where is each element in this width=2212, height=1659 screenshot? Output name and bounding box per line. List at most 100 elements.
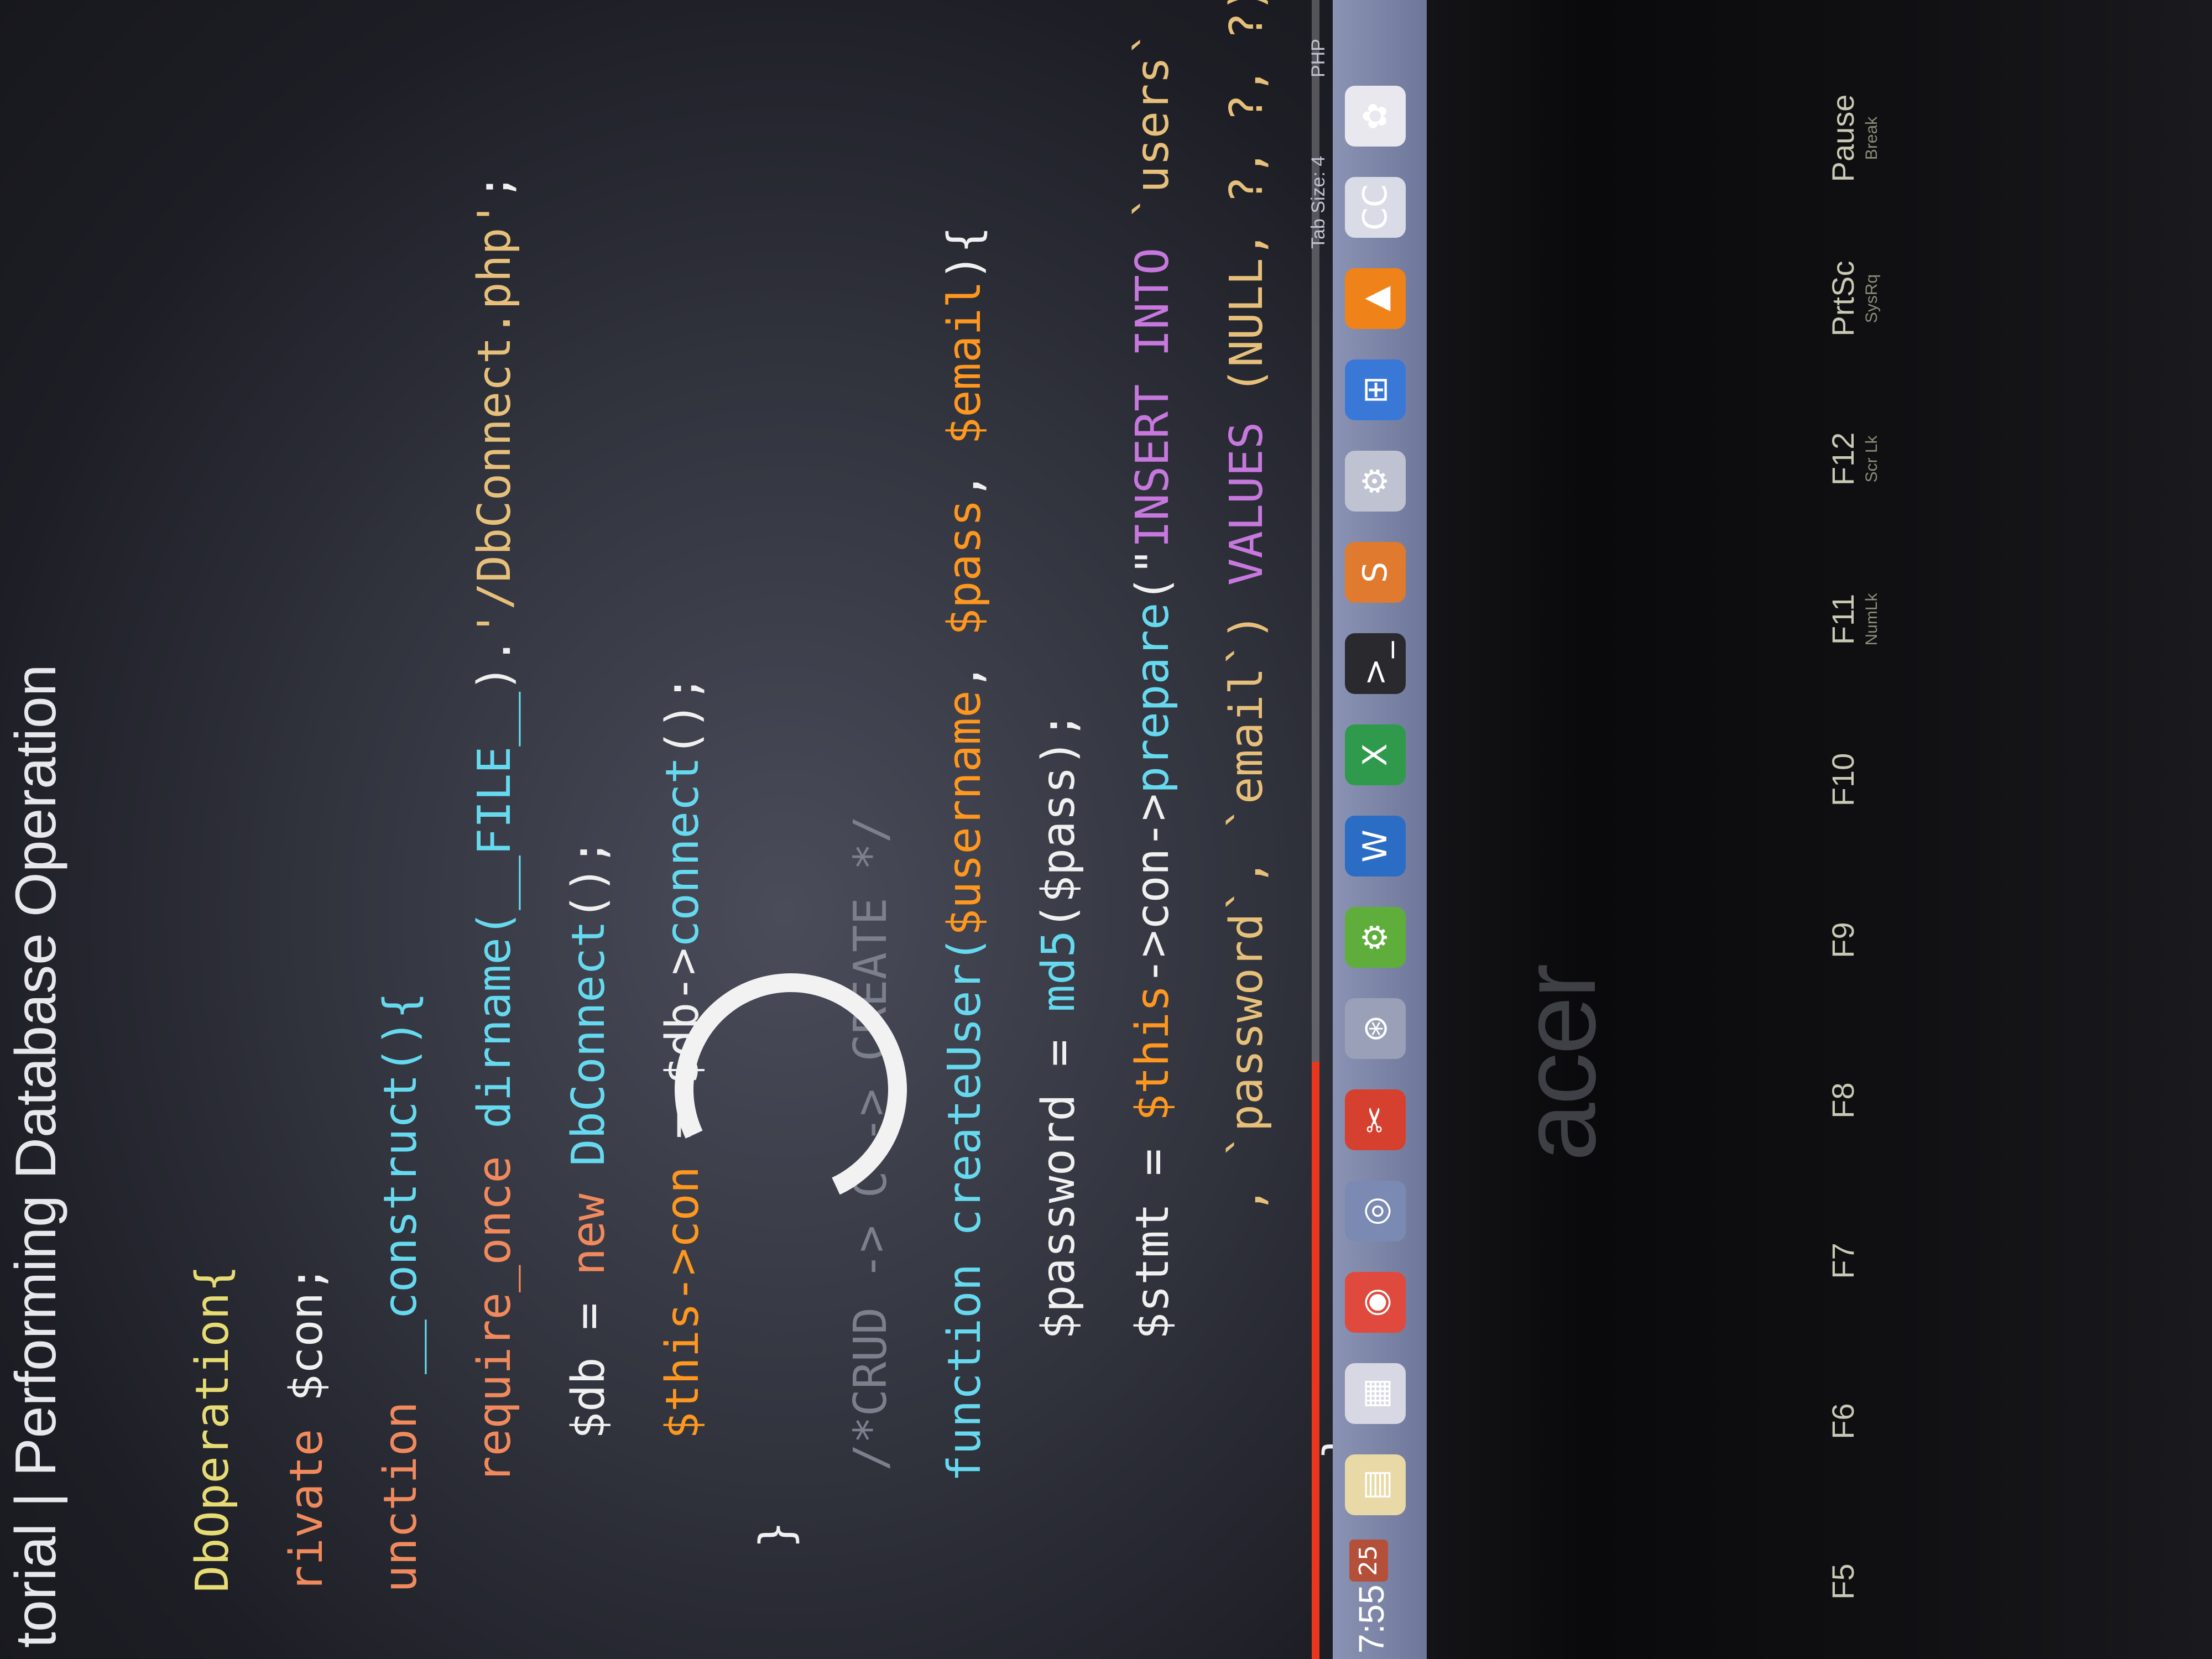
video-title: torial | Performing Database Operation (4, 664, 68, 1648)
acrobat-icon[interactable]: ✂ (1345, 1089, 1406, 1150)
code-token: ){ (938, 226, 991, 281)
steering-icon[interactable]: ⊛ (1345, 998, 1406, 1059)
key-f8[interactable]: F8 (1825, 1034, 1913, 1167)
code-token: , `password`, `email`) (1220, 585, 1273, 1405)
code-token: new (562, 1166, 615, 1276)
code-token: VALUES (1220, 394, 1273, 586)
code-line: } (730, 22, 824, 1659)
key-f7[interactable]: F7 (1825, 1194, 1913, 1327)
code-line: , `password`, `email`) VALUES (NULL, ?, … (1200, 0, 1294, 1659)
code-token: $this (1126, 984, 1179, 1121)
code-token: md5 (1032, 930, 1085, 1013)
key-sublabel: Break (1863, 116, 1881, 160)
video-progress-fill (1312, 1062, 1319, 1659)
keyboard-area: acer F5 F6 F7 F8 F9 F10 F11 NumLk F12 Scr Lk PrtSc… (1427, 0, 2212, 1659)
code-token: INSERT INTO (1126, 220, 1179, 548)
key-f11[interactable]: F11 NumLk (1825, 553, 1913, 686)
terminal-icon[interactable]: >_ (1345, 633, 1406, 694)
file-manager-icon[interactable]: ▤ (1345, 1454, 1406, 1515)
key-prtsc[interactable]: PrtSc SysRq (1825, 232, 1913, 365)
code-token: createUser( (938, 936, 991, 1237)
code-token: dirname( (468, 910, 521, 1129)
code-token: } (750, 1521, 803, 1548)
code-token: , (938, 635, 991, 691)
creative-cloud-icon[interactable]: CC (1345, 177, 1406, 238)
sublime-icon[interactable]: S (1345, 542, 1406, 603)
code-token: (NULL, ?, ?, ?);"); (1220, 0, 1273, 395)
code-token: (); (656, 675, 709, 757)
function-key-row: F5 F6 F7 F8 F9 F10 F11 NumLk F12 Scr Lk PrtSc SysRq… (1825, 0, 1913, 1659)
video-progress-bar[interactable] (1312, 0, 1319, 1659)
key-sublabel: NumLk (1863, 593, 1881, 646)
code-token: __FILE__ (468, 691, 521, 910)
key-f9[interactable]: F9 (1825, 874, 1913, 1006)
code-token: prepare (1126, 602, 1179, 794)
code-token: $username (938, 690, 991, 936)
acer-logo: acer (1500, 966, 1618, 1161)
code-token: ; (468, 173, 521, 201)
code-token: (); (562, 838, 615, 921)
notes-icon[interactable]: ▦ (1345, 1363, 1406, 1424)
key-f12[interactable]: F12 Scr Lk (1825, 393, 1913, 525)
key-f6[interactable]: F6 (1825, 1355, 1913, 1488)
code-line: $password = md5($pass); (1012, 22, 1106, 1659)
code-token: $db = (562, 1275, 615, 1548)
flow-icon[interactable]: ⊞ (1345, 359, 1406, 420)
code-line: function createUser($username, $pass, $e… (918, 22, 1012, 1659)
excel-icon[interactable]: X (1345, 724, 1406, 785)
laptop-bezel-keyboard: acer F5 F6 F7 F8 F9 F10 F11 NumLk F12 Scr Lk PrtSc… (1427, 0, 2212, 1659)
code-token: (" (1126, 547, 1179, 603)
code-token: ->con-> (1126, 794, 1179, 985)
key-pause[interactable]: Pause Break (1825, 72, 1913, 205)
code-token: function (938, 1236, 991, 1482)
code-token: '/DbConnect.php' (468, 200, 521, 638)
key-sublabel: SysRq (1863, 274, 1881, 324)
code-token: $pass (938, 499, 991, 636)
key-label: F7 (1825, 1243, 1860, 1279)
chrome-icon[interactable]: ◉ (1345, 1272, 1406, 1333)
code-token: `users` (`id`, `username` (1126, 0, 1179, 220)
code-editor: DbOperation{rivate $con; unction __constr… (166, 0, 1388, 1659)
code-token: DbConnect (562, 920, 615, 1166)
key-f10[interactable]: F10 (1825, 713, 1913, 846)
android-studio-icon[interactable]: ⚙ (1345, 907, 1406, 968)
key-label: Pause (1825, 94, 1860, 182)
code-token: $stmt = (1126, 1121, 1179, 1449)
code-token: ). (468, 637, 521, 692)
code-token: __construct(){ (374, 992, 427, 1375)
code-token: rivate (280, 1401, 333, 1593)
code-line: rivate $con; (260, 22, 354, 1659)
code-token: $email (938, 280, 991, 445)
code-line: $db = new DbConnect(); (542, 22, 636, 1659)
status-tab-size[interactable]: Tab Size: 4 (1308, 156, 1329, 249)
key-label: F8 (1825, 1082, 1860, 1119)
steam-icon[interactable]: ◎ (1345, 1181, 1406, 1241)
key-sublabel: Scr Lk (1863, 435, 1881, 483)
code-token: $password = (1032, 1012, 1085, 1449)
key-label: F11 (1825, 593, 1860, 645)
code-line: $stmt = $this->con->prepare("INSERT INTO… (1106, 0, 1200, 1659)
taskbar-clock[interactable]: 7:55 (1344, 1584, 1399, 1653)
code-line: DbOperation{ (166, 22, 260, 1659)
code-line: /*CRUD -> C -> CREATE */ (824, 22, 918, 1659)
status-language[interactable]: PHP (1308, 39, 1329, 77)
taskbar: 7:55 25 ▤ ▦ ◉ ◎ ✂ ⊛ ⚙ W X >_ S ⚙ ⊞ ▲ CC ✿ (1333, 0, 1427, 1659)
key-label: F10 (1825, 753, 1860, 807)
key-label: F12 (1825, 432, 1860, 486)
key-label: F6 (1825, 1403, 1860, 1439)
code-line: unction __construct(){ (354, 22, 448, 1659)
word-icon[interactable]: W (1345, 816, 1406, 877)
vlc-icon[interactable]: ▲ (1345, 268, 1406, 329)
laptop-screen: torial | Performing Database Operation D… (0, 0, 1427, 1659)
code-token: unction (374, 1374, 427, 1593)
notification-badge: 25 (1349, 1540, 1388, 1582)
code-token: connect (656, 757, 709, 948)
key-f5[interactable]: F5 (1825, 1515, 1913, 1648)
gear-icon[interactable]: ✿ (1345, 86, 1406, 147)
key-label: F5 (1825, 1563, 1860, 1600)
settings-icon[interactable]: ⚙ (1345, 451, 1406, 512)
code-line: $this->con = $db->connect(); (636, 22, 730, 1659)
screen-content: torial | Performing Database Operation D… (0, 0, 1427, 1659)
code-token: , (938, 444, 991, 499)
code-token: ($pass); (1032, 712, 1085, 930)
